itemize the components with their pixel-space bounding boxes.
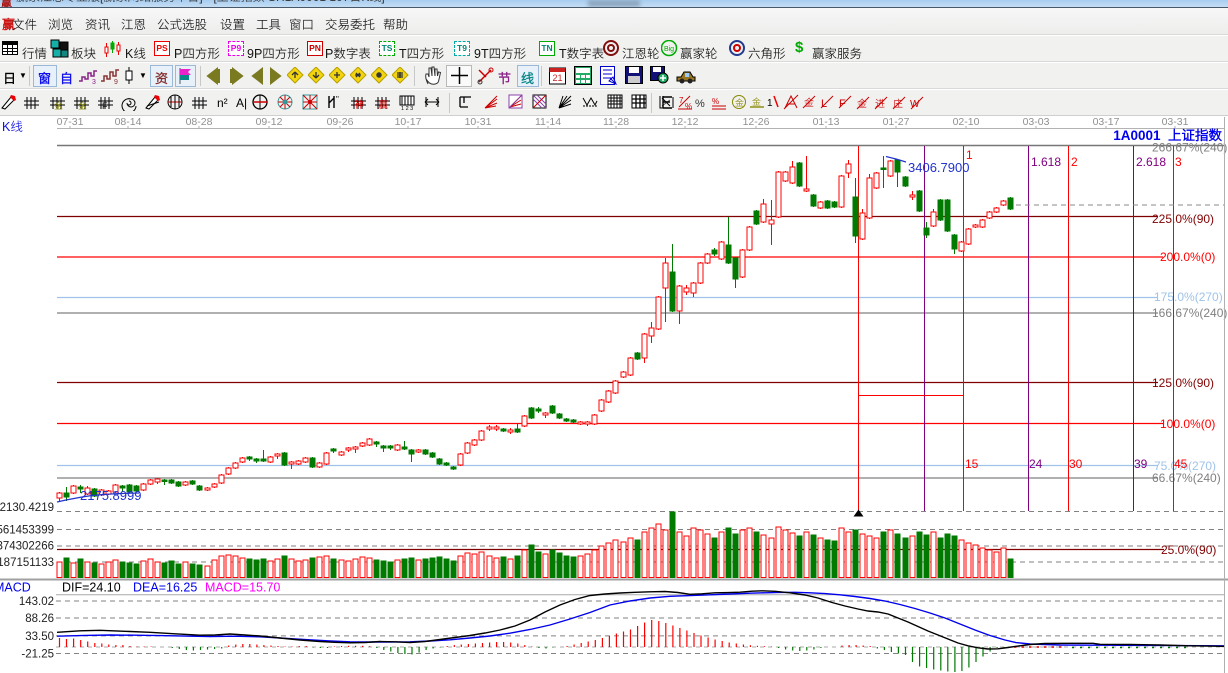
svg-text:3: 3 xyxy=(1175,155,1182,169)
svg-text:-21.25: -21.25 xyxy=(21,649,54,661)
svg-text:66.67%(240): 66.67%(240) xyxy=(1152,471,1221,485)
svg-text:2175.8999: 2175.8999 xyxy=(80,488,141,503)
svg-text:88.26: 88.26 xyxy=(25,613,54,625)
svg-text:100.0%(0): 100.0%(0) xyxy=(1160,417,1215,431)
svg-text:30: 30 xyxy=(1069,457,1083,471)
svg-text:561453399: 561453399 xyxy=(0,525,54,537)
svg-text:2130.4219: 2130.4219 xyxy=(0,502,54,514)
svg-text:15: 15 xyxy=(965,457,979,471)
svg-text:1.618: 1.618 xyxy=(1031,155,1061,169)
svg-text:225.0%(90): 225.0%(90) xyxy=(1152,212,1214,226)
svg-text:200.0%(0): 200.0%(0) xyxy=(1160,250,1215,264)
svg-text:45: 45 xyxy=(1174,457,1188,471)
svg-text:1A0001 上证指数: 1A0001 上证指数 xyxy=(1113,128,1222,143)
svg-text:33.50: 33.50 xyxy=(25,631,54,643)
svg-text:125.0%(90): 125.0%(90) xyxy=(1152,376,1214,390)
svg-text:DEA=16.25: DEA=16.25 xyxy=(133,581,197,595)
svg-text:39: 39 xyxy=(1134,457,1148,471)
svg-text:175.0%(270): 175.0%(270) xyxy=(1154,290,1223,304)
svg-text:374302266: 374302266 xyxy=(0,541,54,553)
svg-text:MACD: MACD xyxy=(0,581,31,595)
svg-text:3406.7900: 3406.7900 xyxy=(908,160,969,175)
svg-text:2.618: 2.618 xyxy=(1136,155,1166,169)
svg-text:DIF=24.10: DIF=24.10 xyxy=(62,581,121,595)
svg-text:2: 2 xyxy=(1071,155,1078,169)
svg-text:MACD=15.70: MACD=15.70 xyxy=(205,581,280,595)
svg-text:K线: K线 xyxy=(2,120,23,134)
svg-text:143.02: 143.02 xyxy=(19,596,54,608)
svg-text:25.0%(90): 25.0%(90) xyxy=(1161,543,1216,557)
svg-text:166.67%(240): 166.67%(240) xyxy=(1152,306,1227,320)
svg-text:187151133: 187151133 xyxy=(0,557,54,569)
svg-text:24: 24 xyxy=(1029,457,1043,471)
